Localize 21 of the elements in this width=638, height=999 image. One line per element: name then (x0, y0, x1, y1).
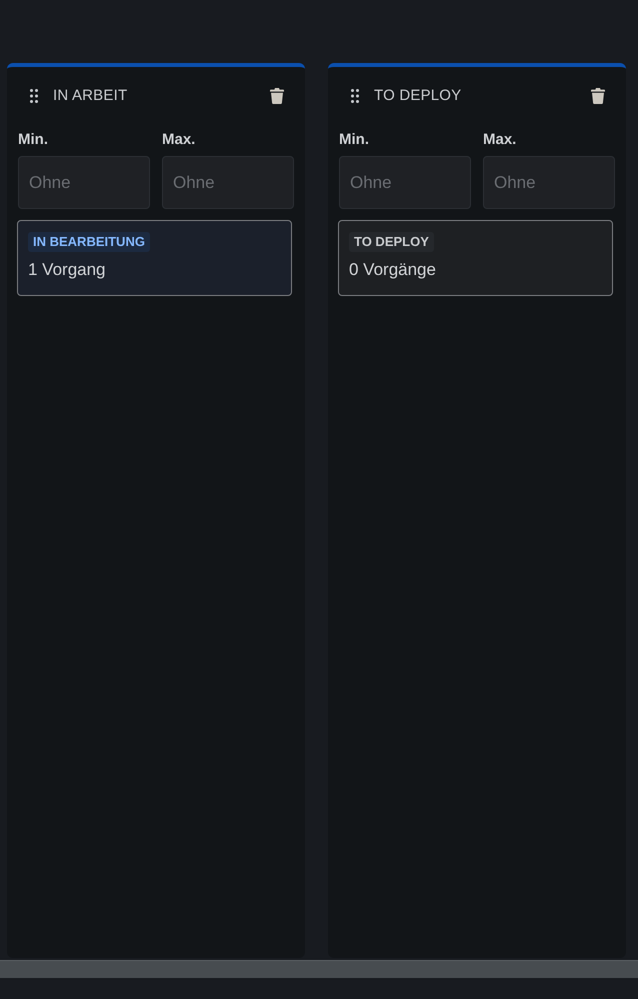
limit-input-field[interactable]: Ohne (483, 156, 615, 209)
issue-count: 1 Vorgang (28, 260, 106, 280)
limit-input-field[interactable]: Ohne (339, 156, 471, 209)
horizontal-scrollbar[interactable] (0, 960, 638, 978)
trash-icon[interactable] (591, 88, 605, 104)
column-title: TO DEPLOY (374, 87, 462, 104)
limit-label: Min. (339, 130, 369, 150)
status-card[interactable]: IN BEARBEITUNG 1 Vorgang (17, 220, 292, 296)
trash-icon[interactable] (270, 88, 284, 104)
drag-handle-icon[interactable] (30, 88, 38, 102)
column-title: IN ARBEIT (53, 87, 128, 104)
status-lozenge: IN BEARBEITUNG (28, 232, 150, 252)
status-lozenge: TO DEPLOY (349, 232, 434, 252)
limit-label: Min. (18, 130, 48, 150)
limit-label: Max. (483, 130, 516, 150)
drag-handle-icon[interactable] (351, 88, 359, 102)
limit-input-field[interactable]: Ohne (162, 156, 294, 209)
limit-input-field[interactable]: Ohne (18, 156, 150, 209)
issue-count: 0 Vorgänge (349, 260, 436, 280)
status-card[interactable]: TO DEPLOY 0 Vorgänge (338, 220, 613, 296)
limit-label: Max. (162, 130, 196, 150)
